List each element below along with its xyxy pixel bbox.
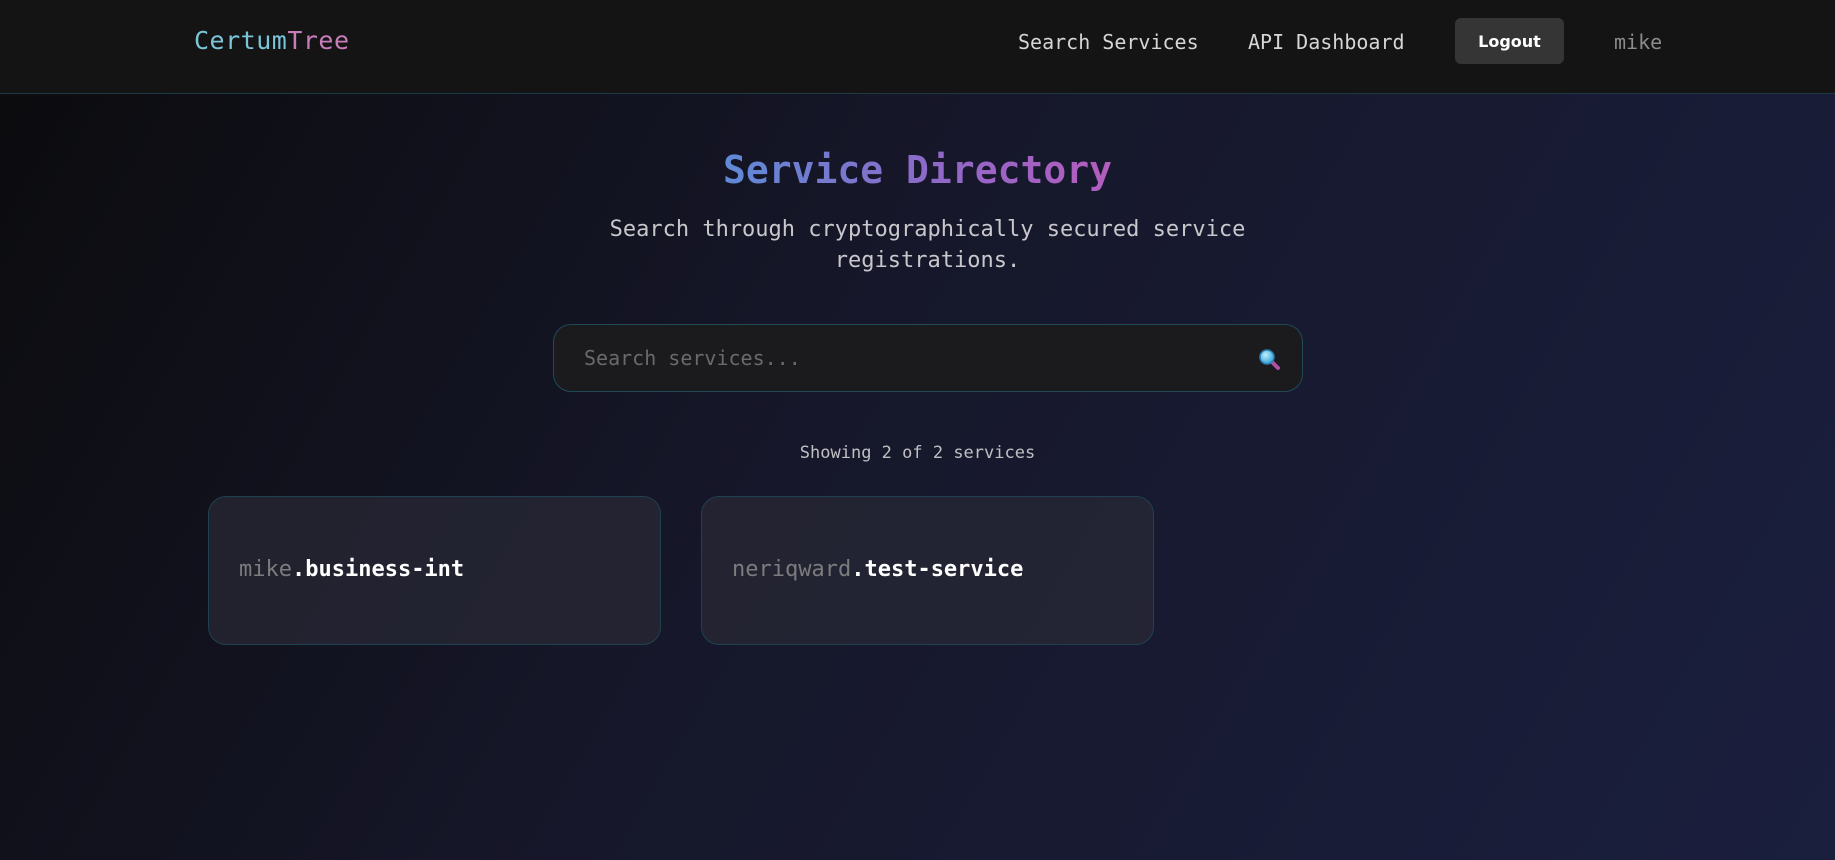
page-title-text: Service Directory: [723, 148, 1112, 192]
top-nav: CertumTree Search Services API Dashboard…: [0, 0, 1835, 94]
page-subtitle: Search through cryptographically secured…: [609, 217, 1246, 273]
username-label: mike: [1614, 30, 1663, 54]
service-owner: neriqward: [732, 557, 852, 582]
nav-api-dashboard[interactable]: API Dashboard: [1248, 30, 1405, 54]
nav-search-services[interactable]: Search Services: [1018, 30, 1199, 54]
service-card[interactable]: neriqward.test-service: [701, 496, 1154, 645]
search-icon[interactable]: [1257, 347, 1281, 371]
search-input[interactable]: [584, 325, 1224, 391]
service-identifier: .test-service: [851, 557, 1024, 582]
service-owner: mike: [239, 557, 292, 582]
result-count: Showing 2 of 2 services: [799, 443, 1036, 463]
service-card[interactable]: mike.business-int: [208, 496, 661, 645]
logout-button[interactable]: Logout: [1455, 18, 1564, 64]
service-name: neriqward.test-service: [732, 557, 1023, 582]
service-name: mike.business-int: [239, 557, 464, 582]
service-identifier: .business-int: [291, 557, 465, 582]
brand-logo[interactable]: CertumTree: [194, 26, 350, 55]
brand-part-1: Certum: [194, 26, 288, 55]
brand-part-2: Tree: [287, 26, 350, 55]
search-bar: [553, 324, 1303, 392]
page-title: Service Directory: [0, 148, 1835, 192]
